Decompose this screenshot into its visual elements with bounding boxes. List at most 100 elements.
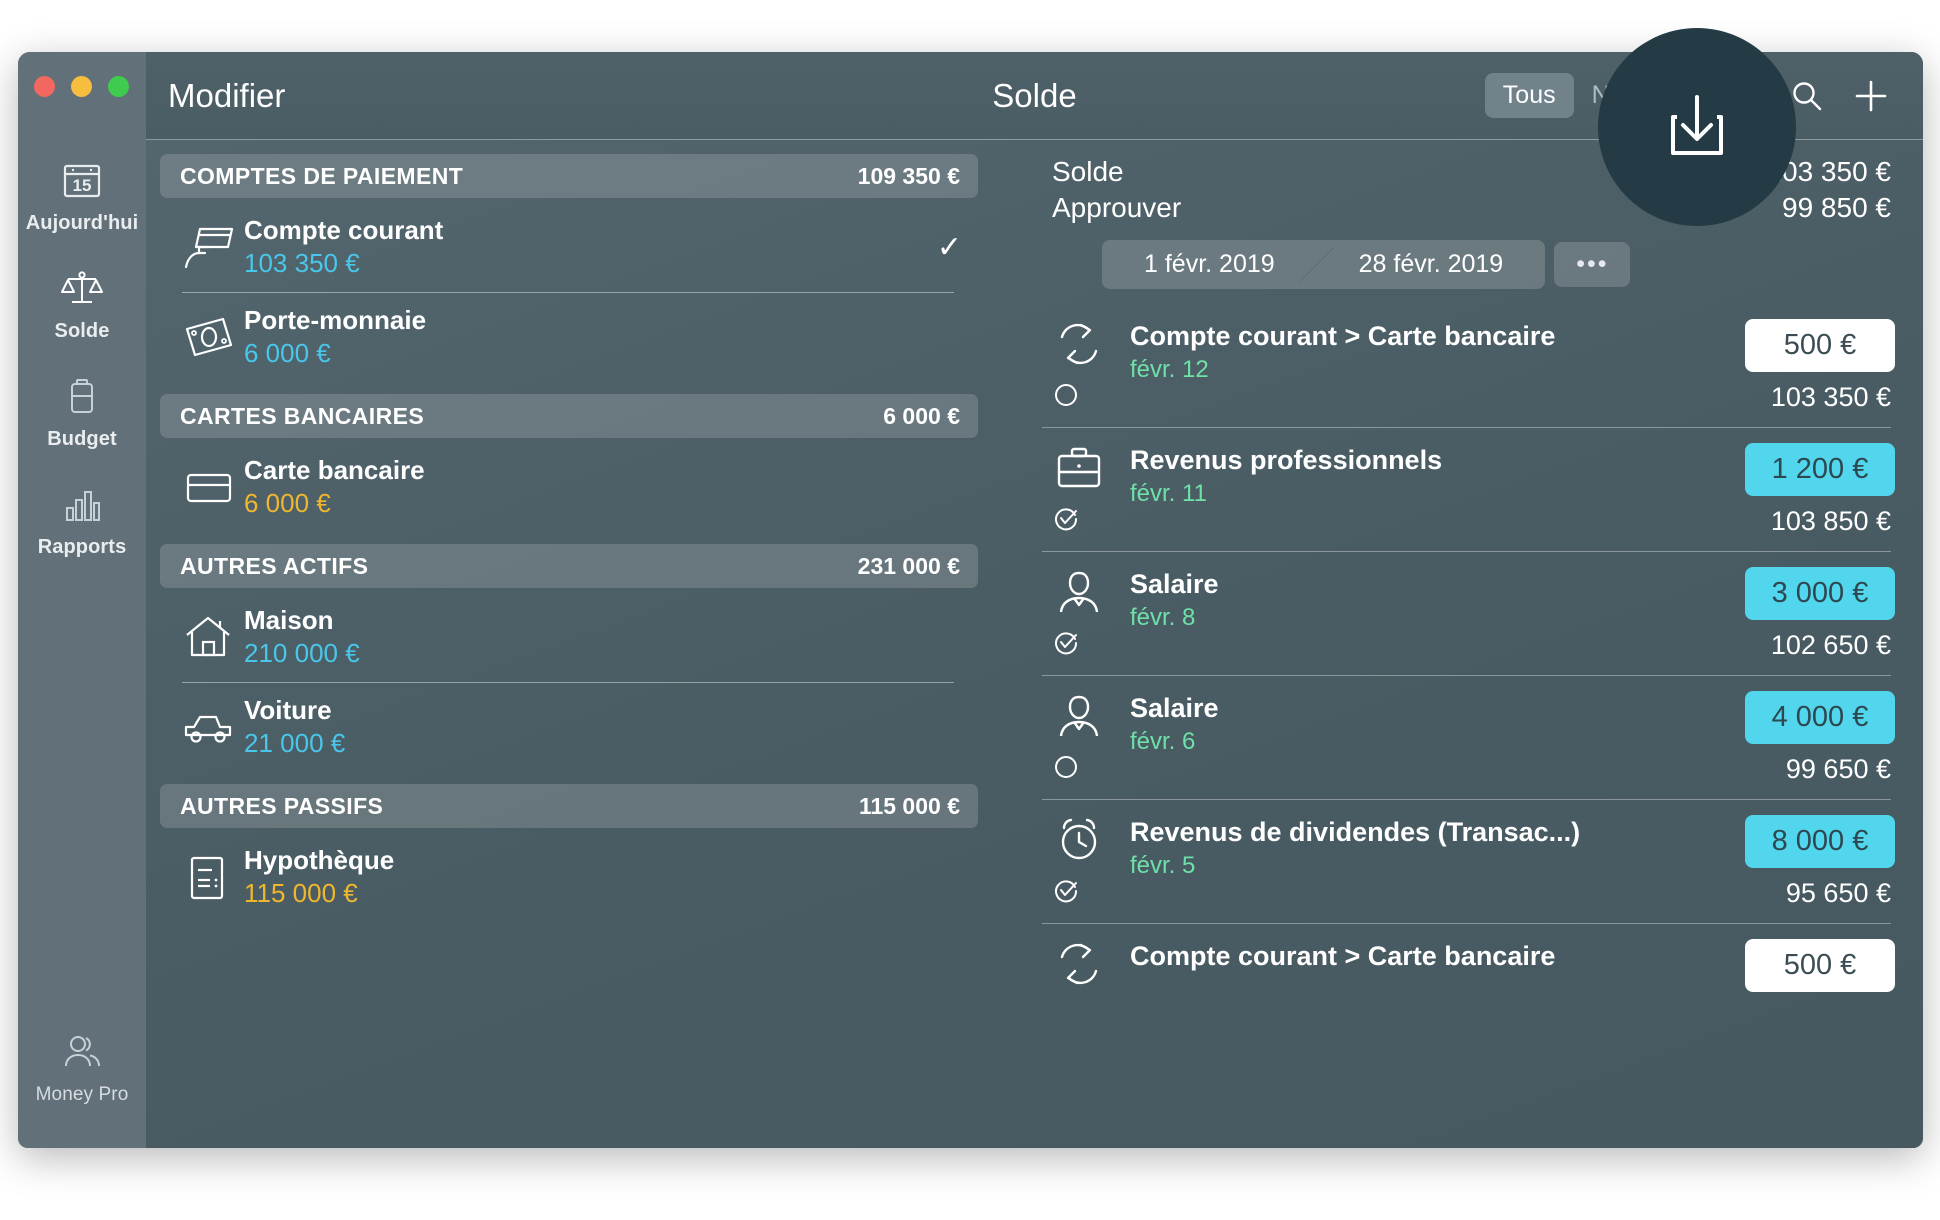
scales-icon	[59, 265, 105, 313]
transaction-date: févr. 5	[1130, 852, 1196, 879]
transaction-values: 500 € 103 350 €	[1731, 319, 1895, 413]
account-row[interactable]: Hypothèque 115 000 €	[160, 832, 978, 922]
download-icon	[1655, 85, 1739, 169]
circle-icon[interactable]	[1052, 753, 1080, 781]
account-group-header[interactable]: AUTRES PASSIFS 115 000 €	[160, 784, 978, 828]
banknotes-icon	[182, 313, 244, 361]
transaction-amount[interactable]: 500 €	[1745, 939, 1895, 992]
transaction-icons	[1052, 691, 1130, 781]
group-total: 6 000 €	[883, 402, 960, 429]
account-amount: 115 000 €	[244, 878, 358, 908]
account-text: Carte bancaire 6 000 €	[244, 455, 425, 519]
transaction-balance: 102 650 €	[1770, 630, 1891, 660]
person-icon	[1052, 567, 1106, 617]
account-row[interactable]: Maison 210 000 €	[160, 592, 978, 682]
account-text: Porte-monnaie 6 000 €	[244, 305, 426, 369]
edit-button[interactable]: Modifier	[168, 77, 285, 115]
sidebar-item-balance[interactable]: Solde	[18, 251, 146, 359]
transaction-date: févr. 11	[1130, 480, 1207, 507]
transaction-icons	[1052, 815, 1130, 905]
table-row[interactable]: Revenus professionnels févr. 11 1 200 € …	[1040, 427, 1901, 551]
download-overlay-button[interactable]	[1598, 28, 1796, 226]
transaction-title: Compte courant > Carte bancaire	[1130, 941, 1556, 971]
date-range-bar: 1 févr. 2019 28 févr. 2019 •••	[1102, 240, 1901, 289]
sidebar-item-money-pro[interactable]: Money Pro	[18, 1015, 146, 1122]
table-row[interactable]: Salaire févr. 6 4 000 € 99 650 €	[1040, 675, 1901, 799]
svg-text:15: 15	[73, 176, 92, 195]
transaction-date: févr. 6	[1130, 728, 1196, 755]
account-name: Voiture	[244, 695, 332, 725]
search-icon	[1790, 79, 1824, 113]
table-row[interactable]: Compte courant > Carte bancaire 500 €	[1040, 923, 1901, 1006]
transaction-amount[interactable]: 1 200 €	[1745, 443, 1895, 496]
account-amount: 21 000 €	[244, 728, 346, 758]
transaction-date: févr. 8	[1130, 604, 1196, 631]
account-group-header[interactable]: AUTRES ACTIFS 231 000 €	[160, 544, 978, 588]
transaction-values: 4 000 € 99 650 €	[1731, 691, 1895, 785]
account-row[interactable]: Voiture 21 000 €	[160, 682, 978, 772]
transaction-amount[interactable]: 8 000 €	[1745, 815, 1895, 868]
date-more-button[interactable]: •••	[1554, 242, 1631, 287]
transaction-info: Revenus de dividendes (Transac...) févr.…	[1130, 815, 1731, 880]
check-circle-icon[interactable]	[1052, 629, 1080, 657]
account-row[interactable]: Compte courant 103 350 € ✓	[160, 202, 978, 292]
sidebar-item-label: Aujourd'hui	[25, 212, 139, 234]
summary-approve-label: Approuver	[1052, 192, 1182, 223]
account-name: Compte courant	[244, 215, 444, 245]
transaction-amount[interactable]: 500 €	[1745, 319, 1895, 372]
date-range-control: 1 févr. 2019 28 févr. 2019	[1102, 240, 1546, 289]
credit-card-icon	[182, 463, 244, 511]
account-group-header[interactable]: COMPTES DE PAIEMENT 109 350 €	[160, 154, 978, 198]
circle-icon[interactable]	[1052, 381, 1080, 409]
group-name: AUTRES PASSIFS	[180, 792, 384, 819]
add-button[interactable]	[1839, 67, 1903, 125]
table-row[interactable]: Salaire févr. 8 3 000 € 102 650 €	[1040, 551, 1901, 675]
briefcase-icon	[1052, 443, 1106, 493]
sidebar-item-budget[interactable]: Budget	[18, 359, 146, 467]
account-amount: 6 000 €	[244, 338, 331, 368]
account-group-header[interactable]: CARTES BANCAIRES 6 000 €	[160, 394, 978, 438]
table-row[interactable]: Compte courant > Carte bancaire févr. 12…	[1040, 303, 1901, 427]
summary-balance-label: Solde	[1052, 156, 1124, 187]
transaction-info: Salaire févr. 6	[1130, 691, 1731, 756]
date-from-button[interactable]: 1 févr. 2019	[1102, 240, 1334, 289]
transaction-balance: 99 650 €	[1785, 754, 1891, 784]
summary-approve-value: 99 850 €	[1782, 192, 1891, 223]
transaction-icons	[1052, 567, 1130, 657]
filter-all-button[interactable]: Tous	[1484, 73, 1574, 118]
battery-icon	[59, 373, 105, 421]
calendar-icon: 15	[59, 157, 105, 205]
account-text: Maison 210 000 €	[244, 605, 360, 669]
transaction-amount[interactable]: 4 000 €	[1745, 691, 1895, 744]
account-name: Porte-monnaie	[244, 305, 427, 335]
transaction-info: Compte courant > Carte bancaire	[1130, 939, 1731, 976]
sidebar-item-label: Budget	[47, 428, 117, 450]
checkmark-icon: ✓	[936, 230, 962, 264]
account-row[interactable]: Porte-monnaie 6 000 €	[160, 292, 978, 382]
transaction-amount[interactable]: 3 000 €	[1745, 567, 1895, 620]
group-total: 109 350 €	[857, 162, 960, 189]
transaction-values: 3 000 € 102 650 €	[1731, 567, 1895, 661]
sidebar-item-reports[interactable]: Rapports	[18, 467, 146, 575]
house-icon	[182, 613, 244, 661]
group-total: 231 000 €	[857, 552, 960, 579]
accounts-panel: COMPTES DE PAIEMENT 109 350 € Compte cou…	[146, 140, 1026, 1148]
sidebar-nav: 15 Aujourd'hui Solde Budget Rapports	[18, 143, 146, 575]
minimize-button[interactable]	[71, 76, 92, 97]
close-button[interactable]	[34, 76, 55, 97]
transaction-icons	[1052, 443, 1130, 533]
sidebar-item-today[interactable]: 15 Aujourd'hui	[18, 143, 146, 251]
transaction-balance: 103 350 €	[1770, 382, 1891, 412]
check-circle-icon[interactable]	[1052, 505, 1080, 533]
zoom-button[interactable]	[108, 76, 129, 97]
bar-chart-icon	[59, 481, 105, 529]
date-to-button[interactable]: 28 févr. 2019	[1317, 240, 1546, 289]
transactions-panel: Solde 103 350 € Approuver 99 850 € 1 fév…	[1026, 140, 1923, 1148]
window-controls	[18, 76, 129, 97]
account-row[interactable]: Carte bancaire 6 000 €	[160, 442, 978, 532]
account-amount: 210 000 €	[244, 638, 360, 668]
table-row[interactable]: Revenus de dividendes (Transac...) févr.…	[1040, 799, 1901, 923]
check-circle-icon[interactable]	[1052, 877, 1080, 905]
person-icon	[1052, 691, 1106, 741]
hand-card-icon	[182, 223, 244, 271]
